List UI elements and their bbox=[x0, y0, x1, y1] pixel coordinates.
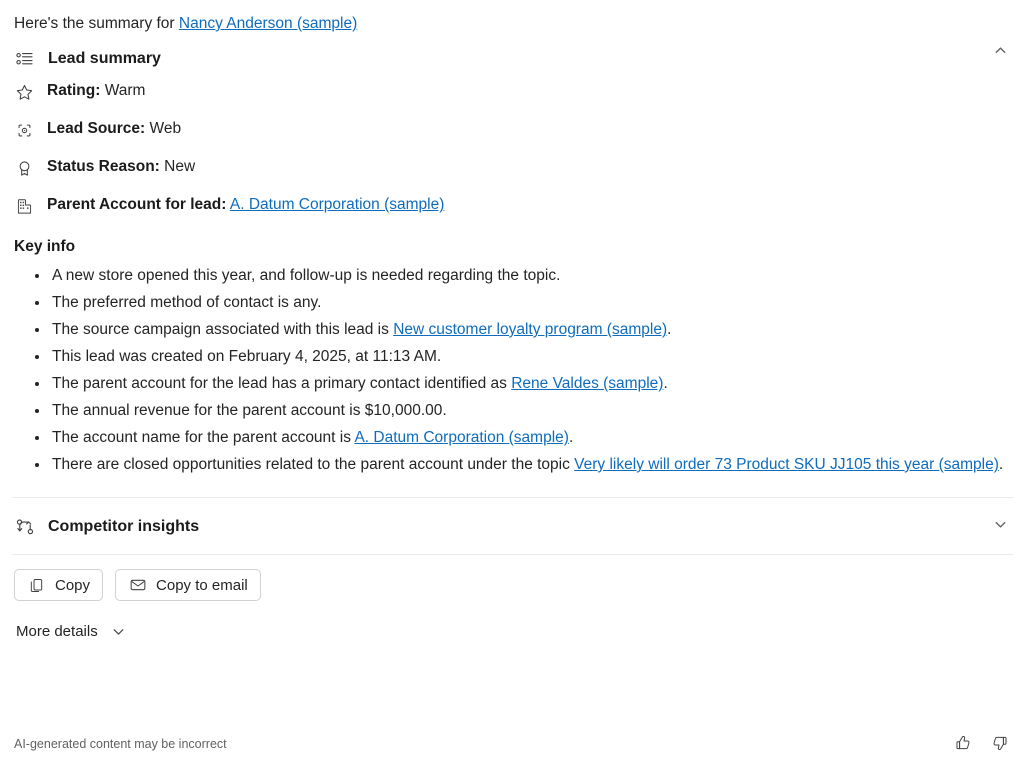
copy-icon bbox=[27, 576, 46, 595]
field-label-rating: Rating: bbox=[47, 82, 101, 99]
field-row-parent-account: Parent Account for lead: A. Datum Corpor… bbox=[14, 194, 1011, 232]
field-row-lead-source: Lead Source: Web bbox=[14, 118, 1011, 156]
key-info-list: A new store opened this year, and follow… bbox=[14, 262, 1011, 478]
action-button-row: Copy Copy to email bbox=[0, 555, 1025, 601]
key-info-text: The annual revenue for the parent accoun… bbox=[52, 402, 447, 419]
key-info-text: A new store opened this year, and follow… bbox=[52, 267, 561, 284]
thumbs-down-button[interactable] bbox=[987, 731, 1013, 757]
key-info-item: A new store opened this year, and follow… bbox=[50, 262, 1011, 289]
key-info-text: The parent account for the lead has a pr… bbox=[52, 375, 512, 392]
key-info-item: The annual revenue for the parent accoun… bbox=[50, 397, 1011, 424]
lead-source-icon bbox=[14, 120, 34, 140]
key-info-text: . bbox=[663, 375, 668, 392]
intro-prefix: Here's the summary for bbox=[14, 15, 179, 32]
field-label-parent-account: Parent Account for lead: bbox=[47, 196, 227, 213]
feedback-controls bbox=[950, 731, 1013, 757]
branch-compare-icon bbox=[14, 516, 36, 538]
lead-summary-fields: Rating: Warm Lead Source: Web Status Rea… bbox=[0, 70, 1025, 232]
chevron-down-icon bbox=[992, 516, 1009, 536]
key-info-item: The source campaign associated with this… bbox=[50, 316, 1011, 343]
thumbs-down-icon bbox=[991, 734, 1009, 755]
field-label-status-reason: Status Reason: bbox=[47, 158, 160, 175]
key-info-text: The source campaign associated with this… bbox=[52, 321, 394, 338]
key-info-block: Key info A new store opened this year, a… bbox=[0, 238, 1025, 478]
key-info-link[interactable]: New customer loyalty program (sample) bbox=[393, 321, 667, 338]
competitor-insights-title: Competitor insights bbox=[48, 518, 200, 535]
key-info-link[interactable]: Rene Valdes (sample) bbox=[511, 375, 663, 392]
key-info-text: . bbox=[667, 321, 672, 338]
mail-icon bbox=[128, 576, 147, 595]
copy-button[interactable]: Copy bbox=[14, 569, 104, 601]
award-icon bbox=[14, 158, 34, 178]
competitor-insights-header[interactable]: Competitor insights bbox=[0, 498, 1025, 554]
chevron-down-icon bbox=[110, 622, 128, 640]
copy-to-email-button[interactable]: Copy to email bbox=[115, 569, 261, 601]
key-info-text: The preferred method of contact is any. bbox=[52, 294, 322, 311]
key-info-item: This lead was created on February 4, 202… bbox=[50, 343, 1011, 370]
key-info-text: There are closed opportunities related t… bbox=[52, 456, 575, 473]
key-info-text: . bbox=[568, 429, 574, 446]
field-value-rating: Warm bbox=[104, 82, 146, 99]
intro-line: Here's the summary for Nancy Anderson (s… bbox=[0, 0, 1025, 34]
copy-to-email-button-label: Copy to email bbox=[156, 576, 248, 594]
copy-button-label: Copy bbox=[55, 576, 91, 594]
key-info-item: There are closed opportunities related t… bbox=[50, 451, 1011, 478]
lead-summary-card: Here's the summary for Nancy Anderson (s… bbox=[0, 0, 1025, 765]
key-info-item: The account name for the parent account … bbox=[50, 424, 1011, 451]
field-label-lead-source: Lead Source: bbox=[47, 120, 146, 137]
field-row-status-reason: Status Reason: New bbox=[14, 156, 1011, 194]
key-info-text: This lead was created on February 4, 202… bbox=[52, 348, 442, 365]
key-info-link[interactable]: Very likely will order 73 Product SKU JJ… bbox=[574, 456, 999, 473]
key-info-item: The preferred method of contact is any. bbox=[50, 289, 1011, 316]
field-value-lead-source: Web bbox=[149, 120, 182, 137]
lead-summary-collapse-toggle[interactable] bbox=[985, 37, 1015, 67]
more-details-label: More details bbox=[16, 622, 98, 640]
star-icon bbox=[14, 82, 34, 102]
field-row-rating: Rating: Warm bbox=[14, 80, 1011, 118]
key-info-text: . bbox=[998, 456, 1004, 473]
thumbs-up-button[interactable] bbox=[950, 731, 976, 757]
lead-summary-header[interactable]: Lead summary bbox=[0, 34, 1025, 70]
competitor-insights-expand-toggle[interactable] bbox=[985, 511, 1015, 541]
chevron-up-icon bbox=[992, 42, 1009, 62]
thumbs-up-icon bbox=[954, 734, 972, 755]
key-info-link[interactable]: A. Datum Corporation (sample) bbox=[354, 429, 569, 446]
building-icon bbox=[14, 196, 34, 216]
field-value-status-reason: New bbox=[164, 158, 196, 175]
key-info-title: Key info bbox=[14, 238, 76, 255]
lead-name-link[interactable]: Nancy Anderson (sample) bbox=[179, 15, 357, 32]
key-info-item: The parent account for the lead has a pr… bbox=[50, 370, 1011, 397]
field-value-parent-account-link[interactable]: A. Datum Corporation (sample) bbox=[230, 196, 445, 213]
more-details-toggle[interactable]: More details bbox=[12, 620, 132, 642]
bulleted-list-icon bbox=[14, 48, 36, 70]
key-info-text: The account name for the parent account … bbox=[52, 429, 355, 446]
ai-disclaimer: AI-generated content may be incorrect bbox=[14, 737, 227, 751]
card-footer: AI-generated content may be incorrect bbox=[0, 731, 1025, 757]
lead-summary-title: Lead summary bbox=[48, 50, 161, 67]
